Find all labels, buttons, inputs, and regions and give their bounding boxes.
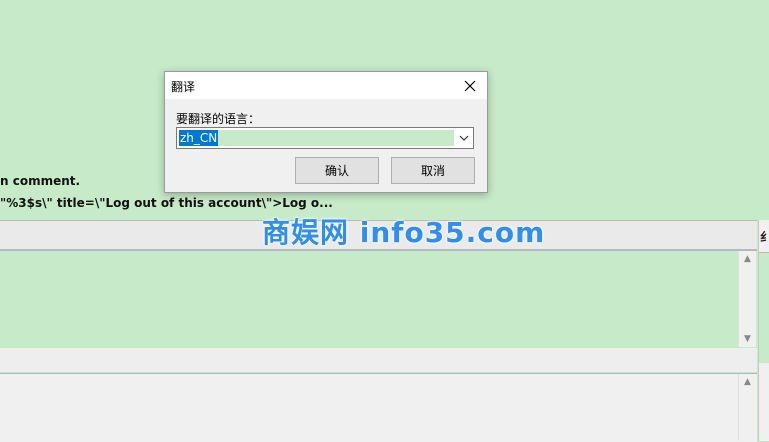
language-combobox[interactable]: zh_CN [176, 127, 474, 149]
bottom-panel[interactable] [0, 373, 757, 442]
cancel-button[interactable]: 取消 [391, 157, 475, 184]
close-button[interactable] [453, 72, 487, 99]
editor-text-line: "%3$s\" title=\"Log out of this account\… [0, 196, 333, 210]
scroll-up-arrow-icon[interactable]: ▲ [739, 251, 756, 267]
scroll-up-arrow-icon[interactable]: ▲ [739, 374, 756, 390]
language-input[interactable] [179, 130, 454, 146]
translate-dialog: 翻译 要翻译的语言： zh_CN 确认 取消 [164, 71, 488, 193]
chevron-down-icon[interactable] [457, 131, 471, 145]
close-icon [464, 80, 476, 91]
bottom-panel-scrollbar[interactable]: ▲ [738, 374, 756, 441]
language-prompt-label: 要翻译的语言： [176, 112, 261, 126]
output-panel[interactable] [0, 250, 757, 349]
right-side-panel [758, 220, 769, 441]
dialog-title: 翻译 [171, 80, 196, 94]
watermark: 商娱网 info35.com [262, 216, 546, 249]
right-panel-label: 纟 [760, 230, 769, 244]
panel-divider [0, 348, 757, 372]
confirm-button[interactable]: 确认 [295, 157, 379, 184]
editor-text-line: n comment. [0, 174, 81, 188]
scroll-down-arrow-icon[interactable]: ▼ [739, 331, 756, 347]
selected-language-text: zh_CN [179, 130, 219, 146]
dialog-titlebar[interactable]: 翻译 [165, 72, 487, 99]
output-panel-scrollbar[interactable]: ▲ ▼ [738, 251, 756, 347]
